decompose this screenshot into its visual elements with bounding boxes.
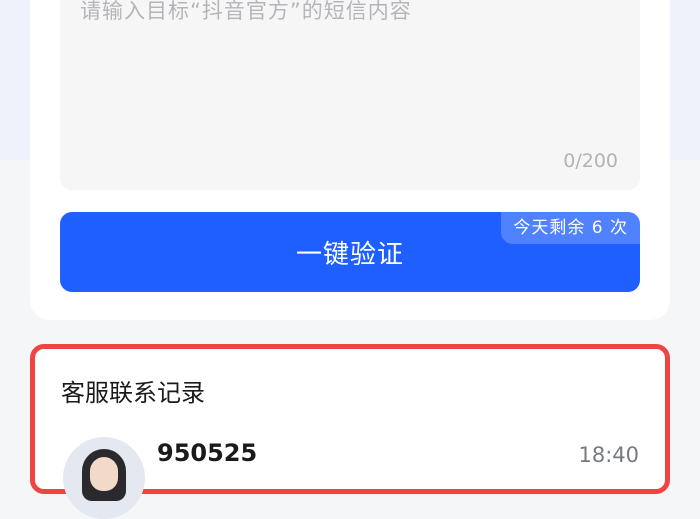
avatar-face-shape xyxy=(90,457,118,491)
record-time: 18:40 xyxy=(578,443,639,467)
record-phone-number[interactable]: 950525 xyxy=(157,439,257,467)
avatar xyxy=(63,437,145,519)
one-click-verify-button[interactable]: 一键验证 今天剩余 6 次 xyxy=(60,212,640,292)
remaining-count-badge: 今天剩余 6 次 xyxy=(501,212,640,244)
contact-records-section: 客服联系记录 950525 18:40 xyxy=(30,344,670,519)
sms-content-input[interactable]: 请输入目标“抖音官方”的短信内容 0/200 xyxy=(60,0,640,190)
char-counter: 0/200 xyxy=(563,150,618,172)
sms-input-placeholder: 请输入目标“抖音官方”的短信内容 xyxy=(80,0,412,23)
verify-button-label: 一键验证 xyxy=(295,239,404,270)
section-title: 客服联系记录 xyxy=(61,379,205,407)
